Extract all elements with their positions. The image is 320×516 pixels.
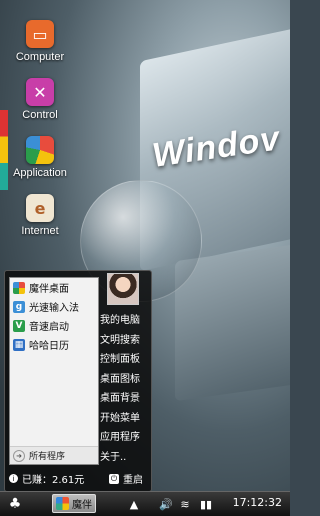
all-programs-button[interactable]: ➜ 所有程序 <box>10 446 98 464</box>
start-menu-apps-pane: 魔伴桌面 g 光速输入法 V 音速启动 ▦ 哈哈日历 ➜ 所有程序 <box>9 277 99 465</box>
start-app-calendar[interactable]: ▦ 哈哈日历 <box>10 335 98 354</box>
desktop-icon-label: Internet <box>21 225 59 237</box>
application-icon <box>26 136 54 164</box>
earned-amount: i 已赚：2.61元 <box>9 471 84 486</box>
taskbar-app-moban[interactable]: 魔伴 <box>52 494 96 513</box>
arrow-up-icon[interactable]: ▲ <box>128 495 140 513</box>
desktop-icon-label: Application <box>13 167 67 179</box>
launcher-icon: V <box>13 319 25 332</box>
restart-button[interactable]: ⏻ 重启 <box>109 471 143 486</box>
taskbar-clock[interactable]: 17:12:32 <box>233 496 282 509</box>
wifi-icon[interactable]: ≋ <box>178 495 192 513</box>
menu-link-search[interactable]: 文明搜索 <box>100 331 150 351</box>
earned-text: 已赚：2.61元 <box>22 475 85 486</box>
power-icon: ⏻ <box>109 473 119 484</box>
desktop-icon-label: Computer <box>15 51 65 63</box>
desktop-icon-application[interactable]: Application <box>10 136 70 179</box>
start-button[interactable]: ♣ <box>6 495 24 513</box>
start-app-launcher[interactable]: V 音速启动 <box>10 316 98 335</box>
mobanzhuomian-icon <box>56 497 69 510</box>
restart-label: 重启 <box>123 475 143 486</box>
desktop-icon-computer[interactable]: ▭ Computer <box>10 20 70 63</box>
menu-link-control-panel[interactable]: 控制面板 <box>100 350 150 370</box>
menu-link-about[interactable]: 关于.. <box>100 448 150 468</box>
arrow-right-icon: ➜ <box>13 449 25 462</box>
taskbar: ♣ 魔伴 ▲ 🔊 ≋ ▮▮ 17:12:32 <box>0 491 290 516</box>
menu-link-applications[interactable]: 应用程序 <box>100 428 150 448</box>
info-icon: i <box>9 474 18 483</box>
input-method-icon: g <box>13 300 25 313</box>
start-app-label: 光速输入法 <box>29 303 79 314</box>
start-app-label: 哈哈日历 <box>29 341 69 352</box>
start-app-input-method[interactable]: g 光速输入法 <box>10 297 98 316</box>
start-menu-links: 我的电脑 文明搜索 控制面板 桌面图标 桌面背景 开始菜单 应用程序 关于.. <box>100 311 150 467</box>
menu-link-desktop-icons[interactable]: 桌面图标 <box>100 370 150 390</box>
start-menu: 魔伴桌面 g 光速输入法 V 音速启动 ▦ 哈哈日历 ➜ 所有程序 我的电脑 文… <box>4 270 152 492</box>
start-app-label: 音速启动 <box>29 322 69 333</box>
volume-icon[interactable]: 🔊 <box>158 495 174 513</box>
battery-icon[interactable]: ▮▮ <box>198 495 214 513</box>
calendar-icon: ▦ <box>13 338 25 351</box>
clover-icon: ♣ <box>8 496 22 512</box>
internet-icon: e <box>26 194 54 222</box>
mobanzhuomian-icon <box>13 281 25 294</box>
tools-icon: ✕ <box>26 78 54 106</box>
menu-link-desktop-background[interactable]: 桌面背景 <box>100 389 150 409</box>
taskbar-app-label: 魔伴 <box>72 500 92 511</box>
menu-link-my-computer[interactable]: 我的电脑 <box>100 311 150 331</box>
desktop-icon-internet[interactable]: e Internet <box>10 194 70 237</box>
desktop-icon-control[interactable]: ✕ Control <box>10 78 70 121</box>
avatar[interactable] <box>107 273 139 305</box>
computer-icon: ▭ <box>26 20 54 48</box>
start-app-label: 魔伴桌面 <box>29 284 69 295</box>
wallpaper-stripe <box>0 110 8 190</box>
menu-link-start-menu[interactable]: 开始菜单 <box>100 409 150 429</box>
desktop-icon-label: Control <box>22 109 58 121</box>
start-app-mobanzhuomian[interactable]: 魔伴桌面 <box>10 278 98 297</box>
all-programs-label: 所有程序 <box>29 452 66 462</box>
